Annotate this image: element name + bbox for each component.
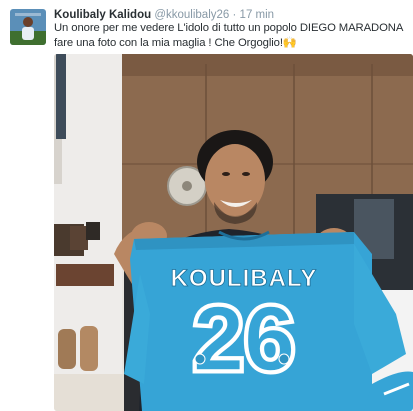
- jersey-number-text: 26: [193, 288, 295, 390]
- avatar-image: [10, 9, 46, 45]
- tweet-photo[interactable]: KOULIBALY 26 26: [54, 54, 413, 411]
- tweet-text: Un onore per me vedere L'idolo di tutto …: [54, 22, 403, 49]
- header-separator: ·: [232, 9, 237, 21]
- author-avatar[interactable]: [10, 9, 46, 45]
- photo-maradona-holding-jersey: KOULIBALY 26 26: [54, 54, 413, 411]
- tweet-timestamp[interactable]: 17 min: [240, 9, 275, 21]
- author-name[interactable]: Koulibaly Kalidou: [54, 9, 151, 21]
- author-handle[interactable]: @kkoulibaly26: [154, 9, 229, 21]
- tweet-card: Koulibaly Kalidou @kkoulibaly26 · 17 min…: [0, 0, 413, 411]
